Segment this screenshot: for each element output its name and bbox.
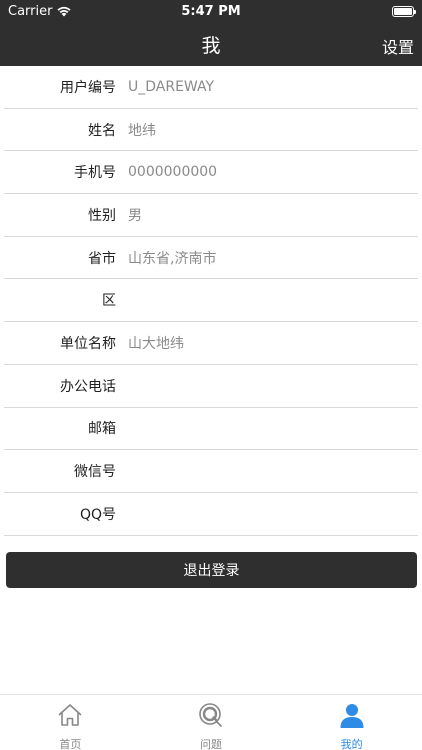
profile-row-value: 0000000000 xyxy=(128,164,218,181)
profile-row[interactable]: QQ号 xyxy=(0,493,422,535)
profile-row[interactable]: 微信号 xyxy=(0,450,422,492)
wifi-icon xyxy=(57,6,72,17)
profile-row[interactable]: 邮箱 xyxy=(0,408,422,450)
profile-row[interactable]: 省市 山东省,济南市 xyxy=(0,237,422,279)
status-time: 5:47 PM xyxy=(181,3,241,19)
profile-row[interactable]: 单位名称 山大地纬 xyxy=(0,322,422,364)
profile-row[interactable]: 区 xyxy=(0,279,422,321)
profile-row-value: 山东省,济南市 xyxy=(128,250,217,267)
tab-bar: 首页 问题 我的 xyxy=(0,694,422,750)
tab-label: 问题 xyxy=(200,738,222,750)
page-title: 我 xyxy=(201,34,221,57)
carrier-label: Carrier xyxy=(8,3,53,19)
status-bar: Carrier 5:47 PM xyxy=(0,0,422,22)
profile-row[interactable]: 用户编号 U_DAREWAY xyxy=(0,66,422,108)
logout-button[interactable]: 退出登录 xyxy=(6,552,417,588)
profile-row-label: 办公电话 xyxy=(60,378,116,395)
settings-button[interactable]: 设置 xyxy=(382,34,414,58)
tab-questions[interactable]: 问题 xyxy=(141,695,282,750)
profile-row[interactable]: 姓名 地纬 xyxy=(0,109,422,151)
profile-row-value: 男 xyxy=(128,207,142,224)
profile-row-label: 手机号 xyxy=(74,165,116,182)
profile-row-value: U_DAREWAY xyxy=(128,78,215,95)
profile-form: 用户编号 U_DAREWAY 姓名 地纬 手机号 0000000000 性别男省市 山东省,济… xyxy=(0,66,422,536)
navigation-bar: 我 设置 xyxy=(0,22,422,66)
profile-row[interactable]: 手机号 0000000000 xyxy=(0,151,422,193)
profile-row[interactable]: 性别男 xyxy=(0,194,422,236)
profile-row-value: 地纬 xyxy=(128,122,156,139)
profile-row-label: 邮箱 xyxy=(88,421,116,438)
profile-row-label: QQ号 xyxy=(79,506,116,523)
profile-row-label: 省市 xyxy=(88,250,116,267)
profile-row-label: 微信号 xyxy=(74,464,116,481)
profile-row-label: 性别 xyxy=(88,207,116,224)
profile-row-label: 姓名 xyxy=(88,122,116,139)
tab-label: 首页 xyxy=(59,738,82,750)
battery-icon xyxy=(391,5,416,17)
home-icon xyxy=(56,701,84,733)
tab-label: 我的 xyxy=(340,738,363,750)
profile-row-label: 用户编号 xyxy=(60,79,116,96)
profile-row-label: 单位名称 xyxy=(60,335,116,352)
row-divider xyxy=(4,534,418,536)
profile-row-value: 山大地纬 xyxy=(128,335,184,352)
tab-home[interactable]: 首页 xyxy=(0,695,141,750)
tab-mine[interactable]: 我的 xyxy=(281,695,422,750)
profile-row[interactable]: 办公电话 xyxy=(0,365,422,407)
user-icon xyxy=(338,701,366,733)
question-search-icon xyxy=(197,701,225,733)
profile-row-label: 区 xyxy=(102,293,116,310)
